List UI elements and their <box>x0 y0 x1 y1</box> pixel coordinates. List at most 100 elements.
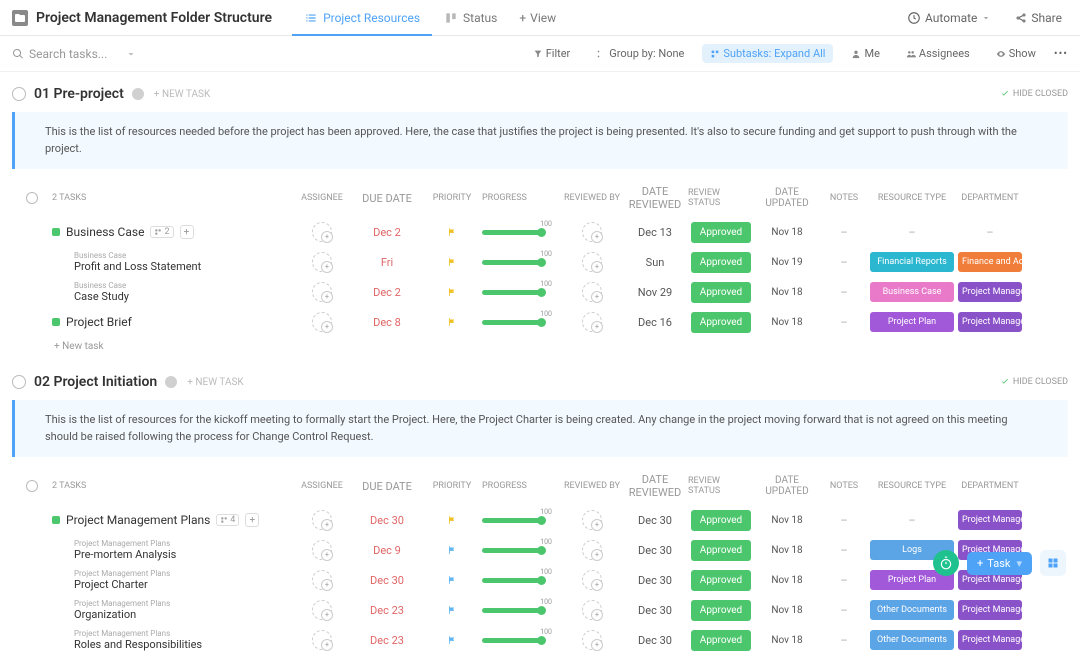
priority-cell[interactable] <box>422 256 482 268</box>
notes-cell[interactable]: – <box>820 604 868 617</box>
due-date[interactable]: Dec 23 <box>352 634 422 647</box>
progress-cell[interactable]: 100 <box>482 608 562 613</box>
apps-button[interactable] <box>1040 550 1066 576</box>
progress-cell[interactable]: 100 <box>482 230 562 235</box>
due-date[interactable]: Dec 30 <box>352 514 422 527</box>
status-pill[interactable]: Approved <box>691 282 751 303</box>
status-circle-icon[interactable] <box>12 375 26 389</box>
assignee-placeholder[interactable] <box>312 312 332 332</box>
status-pill[interactable]: Approved <box>691 630 751 651</box>
subtask-name[interactable]: Project Management Plans Organization <box>74 599 170 621</box>
assignee-placeholder[interactable] <box>312 570 332 590</box>
status-square-icon[interactable] <box>52 318 60 326</box>
priority-cell[interactable] <box>422 604 482 616</box>
date-reviewed[interactable]: Dec 30 <box>622 604 688 617</box>
status-pill[interactable]: Approved <box>691 252 751 273</box>
task-name[interactable]: Project Brief <box>66 315 132 329</box>
progress-cell[interactable]: 100 <box>482 578 562 583</box>
notes-cell[interactable]: – <box>820 514 868 527</box>
assignee-placeholder[interactable] <box>312 510 332 530</box>
share-button[interactable]: Share <box>1009 7 1068 29</box>
due-date[interactable]: Dec 8 <box>352 316 422 329</box>
table-row[interactable]: Project Brief Dec 8 100 Dec 16 Approved … <box>12 307 1068 337</box>
department-tag[interactable]: Project Managem <box>958 510 1022 530</box>
status-circle-icon[interactable] <box>12 87 26 101</box>
date-reviewed[interactable]: Dec 30 <box>622 634 688 647</box>
assignee-placeholder[interactable] <box>582 282 602 302</box>
search-input[interactable]: Search tasks... <box>12 47 142 61</box>
assignee-placeholder[interactable] <box>312 600 332 620</box>
priority-cell[interactable] <box>422 634 482 646</box>
resource-type-tag[interactable]: Financial Reports <box>870 252 954 272</box>
table-row[interactable]: Project Management Plans 4 + Dec 30 100 D… <box>12 505 1068 535</box>
resource-type-tag[interactable]: Business Case <box>870 282 954 302</box>
due-date[interactable]: Dec 9 <box>352 544 422 557</box>
status-pill[interactable]: Approved <box>691 540 751 561</box>
assignee-placeholder[interactable] <box>312 630 332 650</box>
notes-cell[interactable]: – <box>820 226 868 239</box>
priority-cell[interactable] <box>422 226 482 238</box>
progress-cell[interactable]: 100 <box>482 290 562 295</box>
more-menu[interactable]: ••• <box>1054 47 1068 60</box>
subtask-name[interactable]: Project Management Plans Project Charter <box>74 569 170 591</box>
table-row[interactable]: Business Case 2+ Dec 2 100 Dec 13 Approv… <box>12 217 1068 247</box>
subtask-name[interactable]: Business Case Case Study <box>74 281 129 303</box>
priority-cell[interactable] <box>422 316 482 328</box>
info-icon[interactable] <box>165 376 177 388</box>
subtask-count[interactable]: 4 <box>216 514 239 526</box>
show-button[interactable]: Show <box>988 44 1044 63</box>
add-subtask-button[interactable]: + <box>245 513 259 527</box>
status-pill[interactable]: Approved <box>691 510 751 531</box>
priority-cell[interactable] <box>422 286 482 298</box>
department-tag[interactable]: Project Managem <box>958 600 1022 620</box>
me-button[interactable]: Me <box>843 44 887 63</box>
table-row[interactable]: Project Management Plans Roles and Respo… <box>12 625 1068 655</box>
assignee-placeholder[interactable] <box>582 252 602 272</box>
date-reviewed[interactable]: Sun <box>622 256 688 269</box>
progress-cell[interactable]: 100 <box>482 260 562 265</box>
progress-cell[interactable]: 100 <box>482 518 562 523</box>
due-date[interactable]: Fri <box>352 256 422 269</box>
assignee-placeholder[interactable] <box>312 540 332 560</box>
resource-type-tag[interactable]: Other Documents <box>870 630 954 650</box>
resource-type-tag[interactable]: Project Plan <box>870 312 954 332</box>
assignee-placeholder[interactable] <box>582 600 602 620</box>
task-name[interactable]: Project Management Plans <box>66 513 210 527</box>
new-task-button[interactable]: + Task ▾ <box>967 552 1032 575</box>
notes-cell[interactable]: – <box>820 316 868 329</box>
resource-type-tag[interactable]: Other Documents <box>870 600 954 620</box>
notes-cell[interactable]: – <box>820 634 868 647</box>
table-row[interactable]: Project Management Plans Pre-mortem Anal… <box>12 535 1068 565</box>
info-icon[interactable] <box>132 88 144 100</box>
add-view-button[interactable]: + View <box>509 0 566 35</box>
assignee-placeholder[interactable] <box>312 282 332 302</box>
notes-cell[interactable]: – <box>820 574 868 587</box>
priority-cell[interactable] <box>422 574 482 586</box>
date-reviewed[interactable]: Dec 30 <box>622 544 688 557</box>
date-reviewed[interactable]: Dec 16 <box>622 316 688 329</box>
date-reviewed[interactable]: Dec 30 <box>622 514 688 527</box>
table-row[interactable]: Business Case Case Study Dec 2 100 Nov 2… <box>12 277 1068 307</box>
hide-closed-toggle[interactable]: HIDE CLOSED <box>1000 377 1068 387</box>
subtask-name[interactable]: Project Management Plans Roles and Respo… <box>74 629 202 651</box>
assignee-placeholder[interactable] <box>582 510 602 530</box>
task-name[interactable]: Business Case <box>66 225 144 239</box>
tab-status[interactable]: Status <box>432 0 509 35</box>
assignee-placeholder[interactable] <box>312 252 332 272</box>
department-tag[interactable]: Project Managem <box>958 630 1022 650</box>
notes-cell[interactable]: – <box>820 256 868 269</box>
department-tag[interactable]: Project Managem <box>958 282 1022 302</box>
new-task-link[interactable]: + NEW TASK <box>187 377 243 388</box>
assignee-placeholder[interactable] <box>312 222 332 242</box>
assignees-button[interactable]: Assignees <box>898 44 978 63</box>
department-tag[interactable]: Finance and Accou <box>958 252 1022 272</box>
priority-cell[interactable] <box>422 514 482 526</box>
status-pill[interactable]: Approved <box>691 600 751 621</box>
automate-button[interactable]: Automate <box>901 7 997 29</box>
date-reviewed[interactable]: Nov 29 <box>622 286 688 299</box>
table-row[interactable]: Business Case Profit and Loss Statement … <box>12 247 1068 277</box>
new-task-link[interactable]: + NEW TASK <box>154 89 210 100</box>
group-by-button[interactable]: Group by: None <box>588 44 692 63</box>
table-row[interactable]: Project Management Plans Organization De… <box>12 595 1068 625</box>
subtask-name[interactable]: Business Case Profit and Loss Statement <box>74 251 201 273</box>
